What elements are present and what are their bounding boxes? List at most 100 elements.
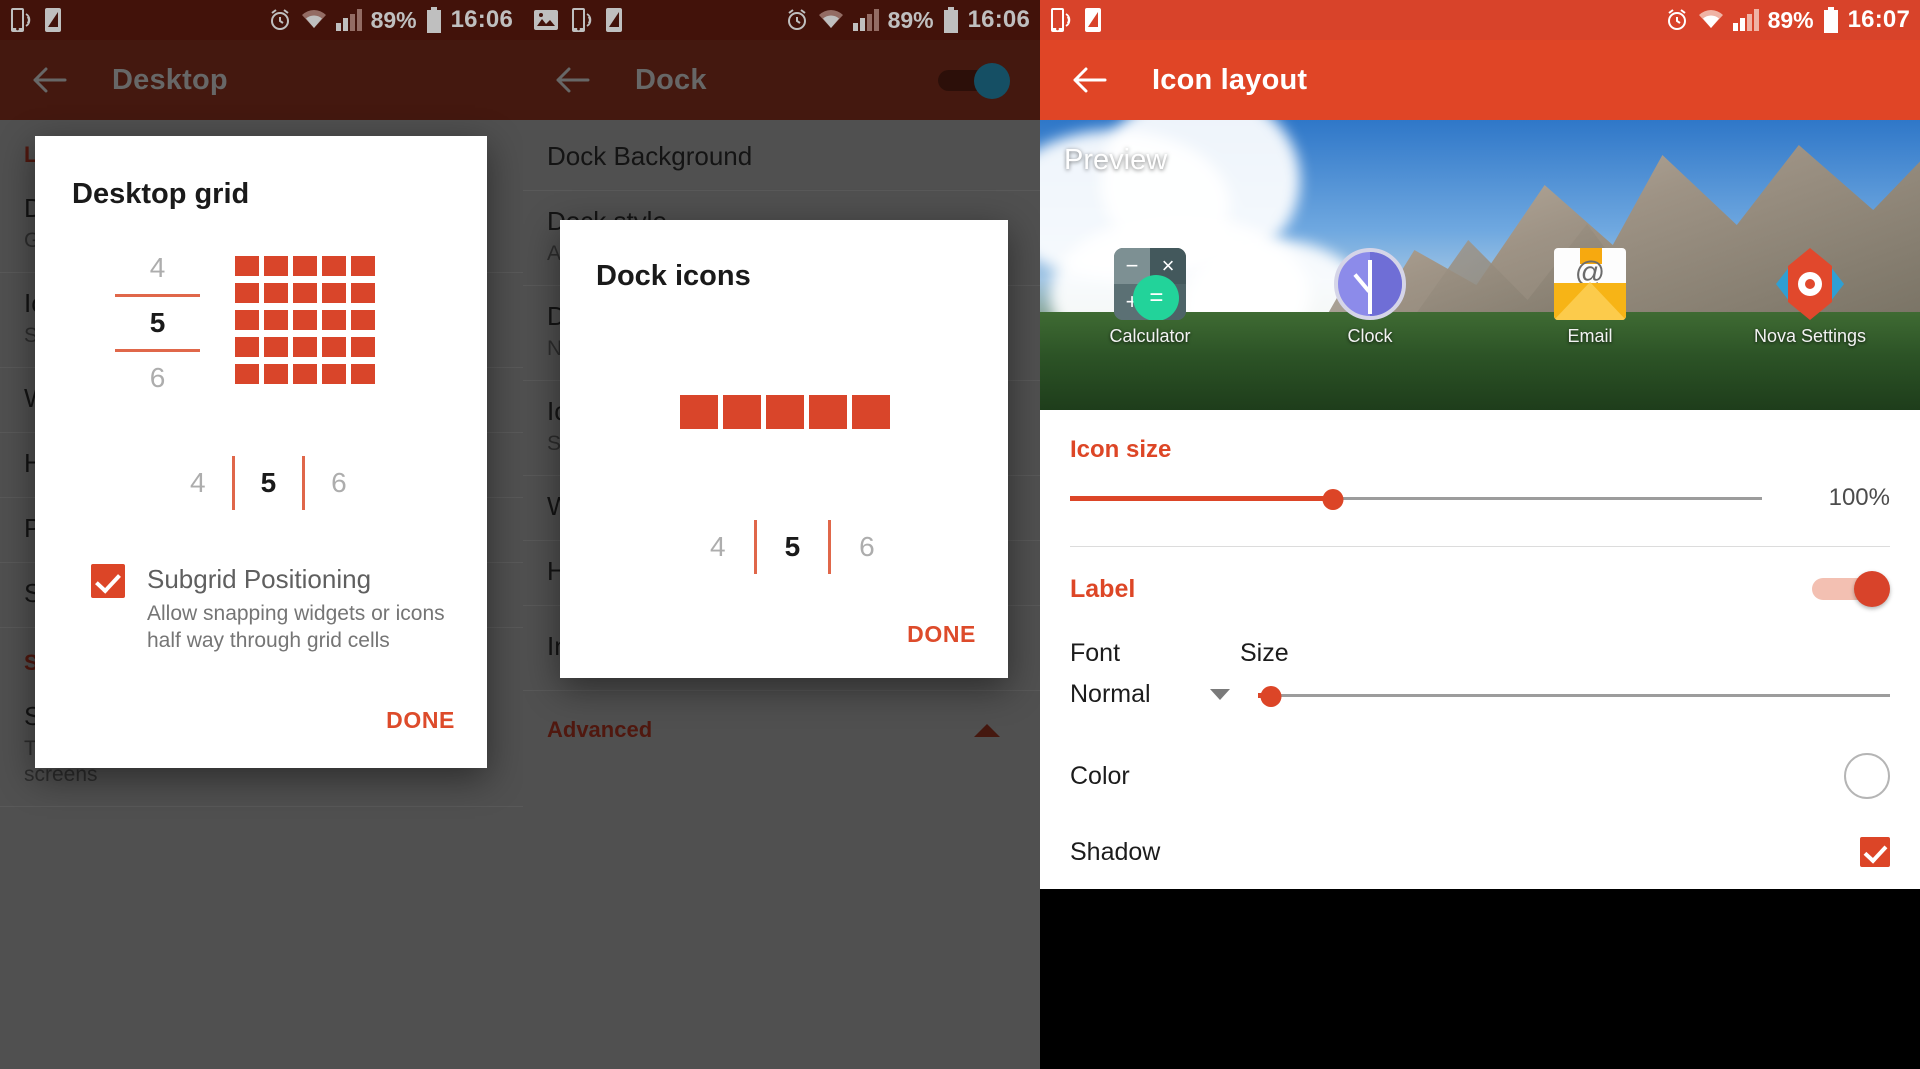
dock-preview-row xyxy=(680,395,890,429)
shadow-checkbox[interactable] xyxy=(1860,837,1890,867)
grid-preview xyxy=(235,256,375,384)
panel-dock: 89% 16:06 Dock Dock Background Dock xyxy=(523,0,1040,1069)
subgrid-description: Allow snapping widgets or icons half way… xyxy=(147,602,445,653)
subgrid-checkbox[interactable] xyxy=(91,564,125,598)
nova-settings-icon xyxy=(1774,248,1846,320)
gear-icon xyxy=(1798,272,1822,296)
app-bar: Icon layout xyxy=(1040,40,1920,120)
cols-divider-right xyxy=(302,456,306,510)
subgrid-title: Subgrid Positioning xyxy=(147,564,372,594)
grid-cell xyxy=(264,256,288,276)
dialog-title: Desktop grid xyxy=(72,178,250,210)
panel-icon-layout: 89% 16:07 Icon layout Preview − × + = Ca… xyxy=(1040,0,1920,1069)
color-row[interactable]: Color xyxy=(1040,729,1920,821)
label-toggle-row[interactable]: Label xyxy=(1040,547,1920,631)
rows-option-selected[interactable]: 5 xyxy=(150,309,166,337)
cols-option-selected[interactable]: 5 xyxy=(785,531,801,563)
done-button[interactable]: DONE xyxy=(386,707,455,734)
rows-picker[interactable]: 4 5 6 xyxy=(115,254,200,392)
rotate-icon xyxy=(1084,7,1102,33)
alarm-icon xyxy=(1665,8,1689,32)
dock-preview xyxy=(680,395,890,429)
grid-cell xyxy=(351,283,375,303)
columns-picker[interactable]: 4 5 6 xyxy=(190,456,347,510)
home-screen-icon-row: − × + = Calculator Clock @ Email Nova Se… xyxy=(1040,248,1920,347)
section-header-icon-size: Icon size xyxy=(1070,436,1172,463)
toggle-knob xyxy=(1854,571,1890,607)
font-header: Font xyxy=(1070,639,1121,667)
color-swatch[interactable] xyxy=(1844,753,1890,799)
app-icon-calculator[interactable]: − × + = Calculator xyxy=(1040,248,1260,347)
icon-size-slider[interactable] xyxy=(1070,486,1762,510)
slider-thumb[interactable] xyxy=(1260,685,1282,707)
dock-icons-dialog: Dock icons 4 5 6 DONE xyxy=(560,220,1008,678)
grid-cell xyxy=(351,337,375,357)
email-flap xyxy=(1554,282,1626,320)
subgrid-positioning-row[interactable]: Subgrid Positioning Allow snapping widge… xyxy=(91,564,461,655)
rows-option-below[interactable]: 6 xyxy=(150,364,166,392)
size-header: Size xyxy=(1240,639,1289,667)
app-icon-clock[interactable]: Clock xyxy=(1260,248,1480,347)
grid-cell xyxy=(293,337,317,357)
rows-divider-top xyxy=(115,294,200,297)
status-bar-right-icons: 89% 16:07 xyxy=(1665,6,1910,34)
app-icon-nova-settings[interactable]: Nova Settings xyxy=(1700,248,1920,347)
cast-icon xyxy=(1050,7,1072,33)
icon-size-slider-row: 100% xyxy=(1040,474,1920,546)
app-icon-label: Calculator xyxy=(1109,326,1191,346)
grid-cell xyxy=(235,364,259,384)
cols-option-selected[interactable]: 5 xyxy=(261,467,277,499)
battery-percent: 89% xyxy=(1767,6,1814,33)
grid-cell xyxy=(351,256,375,276)
grid-cell xyxy=(293,256,317,276)
dialog-title: Dock icons xyxy=(596,260,751,292)
dock-cell xyxy=(723,395,761,429)
grid-cell xyxy=(264,337,288,357)
chevron-down-icon[interactable] xyxy=(1210,689,1230,700)
status-bar: 89% 16:07 xyxy=(1040,0,1920,40)
preview-label: Preview xyxy=(1064,144,1168,176)
dock-cell xyxy=(680,395,718,429)
calc-equals-symbol: = xyxy=(1133,275,1180,320)
cols-option-left[interactable]: 4 xyxy=(710,531,726,563)
cols-divider-left xyxy=(753,520,757,574)
cols-option-right[interactable]: 6 xyxy=(859,531,875,563)
grid-preview-row xyxy=(235,364,375,384)
slider-thumb[interactable] xyxy=(1322,489,1344,510)
calculator-icon: − × + = xyxy=(1114,248,1186,320)
cols-option-left[interactable]: 4 xyxy=(190,467,206,499)
done-button[interactable]: DONE xyxy=(907,621,976,648)
dock-cell xyxy=(766,395,804,429)
status-bar-clock: 16:07 xyxy=(1847,6,1910,33)
grid-cell xyxy=(235,256,259,276)
grid-cell xyxy=(235,283,259,303)
label-toggle[interactable] xyxy=(1812,569,1890,609)
dock-cell xyxy=(852,395,890,429)
cols-option-right[interactable]: 6 xyxy=(331,467,347,499)
color-label: Color xyxy=(1070,761,1130,790)
app-icon-email[interactable]: @ Email xyxy=(1480,248,1700,347)
clock-icon xyxy=(1334,248,1406,320)
grid-preview-row xyxy=(235,256,375,276)
status-bar-left-icons xyxy=(1050,7,1102,33)
grid-preview-row xyxy=(235,283,375,303)
slider-track xyxy=(1258,693,1890,697)
panel-desktop: 89% 16:06 Desktop Layout Desktop grid Gr… xyxy=(0,0,523,1069)
shadow-label: Shadow xyxy=(1070,837,1161,866)
font-size-slider[interactable] xyxy=(1258,683,1890,707)
grid-cell xyxy=(322,310,346,330)
font-select-row: Normal xyxy=(1040,668,1920,729)
grid-cell xyxy=(293,310,317,330)
font-select-value[interactable]: Normal xyxy=(1070,680,1210,709)
shadow-row[interactable]: Shadow xyxy=(1040,821,1920,889)
grid-cell xyxy=(235,337,259,357)
rows-option-above[interactable]: 4 xyxy=(150,254,166,282)
email-icon: @ xyxy=(1554,248,1626,320)
grid-cell xyxy=(264,310,288,330)
app-icon-label: Email xyxy=(1567,326,1613,346)
back-arrow-icon[interactable] xyxy=(1066,56,1114,104)
clock-wedge xyxy=(1370,252,1402,316)
signal-icon xyxy=(1732,9,1759,31)
screenshot-root: 89% 16:06 Desktop Layout Desktop grid Gr… xyxy=(0,0,1920,1069)
dock-columns-picker[interactable]: 4 5 6 xyxy=(710,520,875,574)
